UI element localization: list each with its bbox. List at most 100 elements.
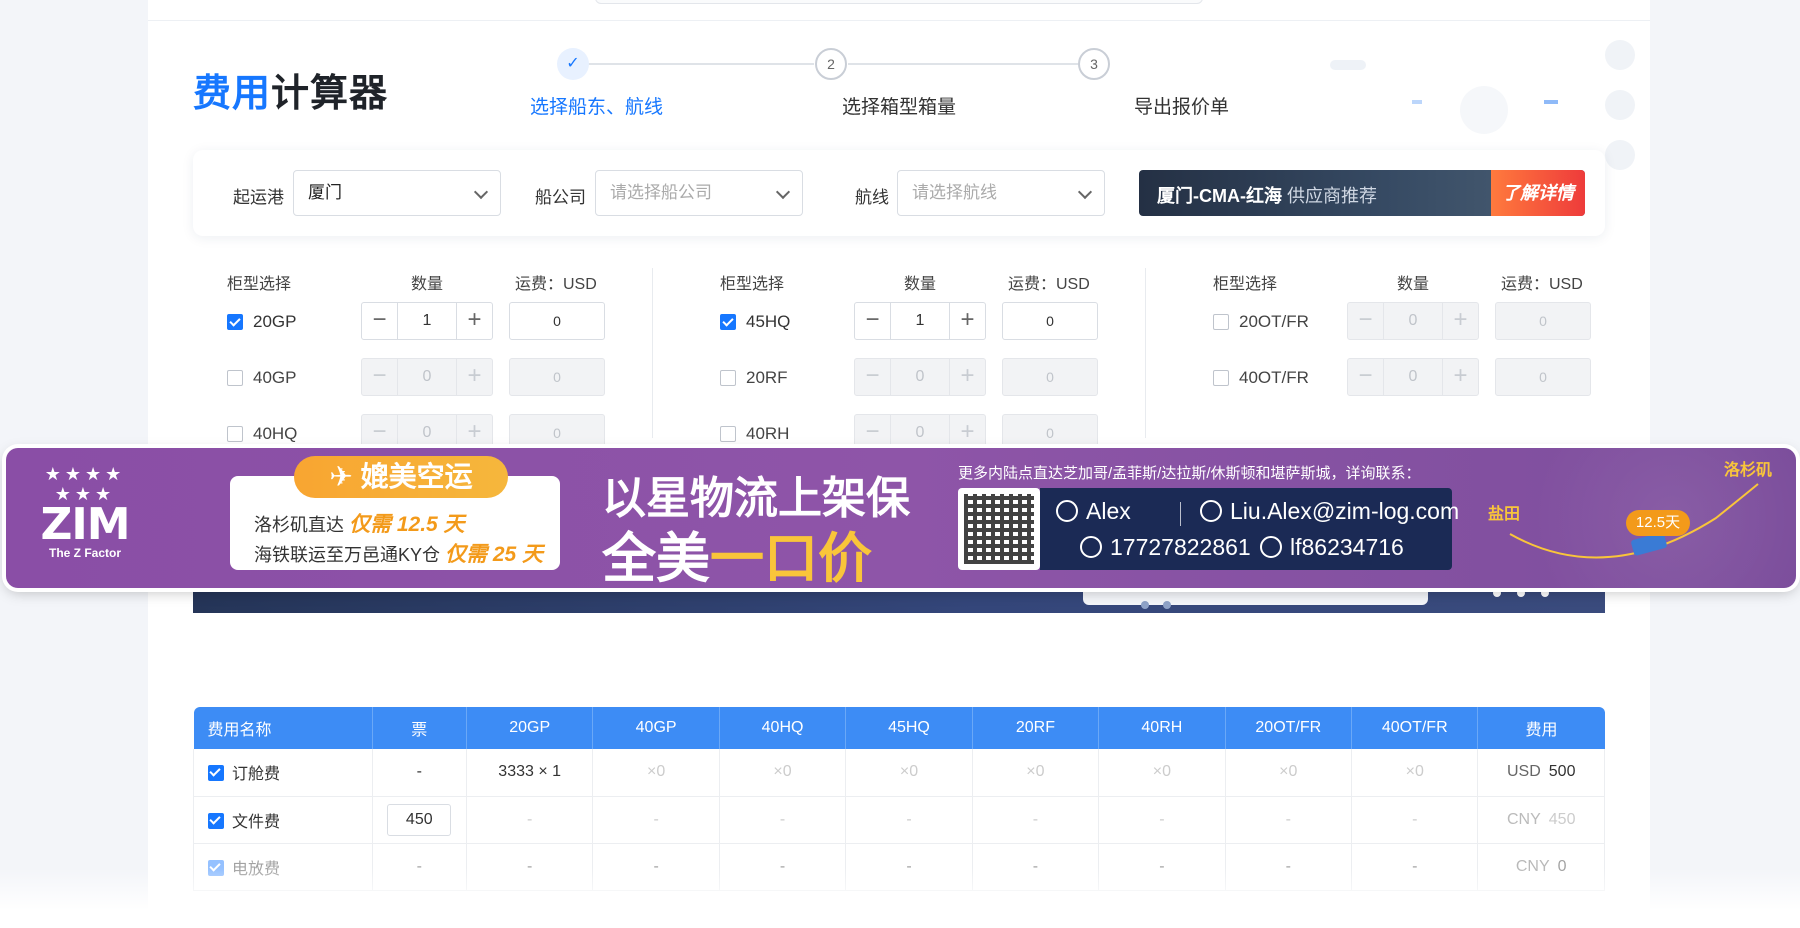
currency: CNY <box>1506 810 1541 828</box>
minus-button[interactable]: − <box>362 303 398 339</box>
step-2-number[interactable]: 2 <box>815 48 847 80</box>
container-checkbox[interactable] <box>227 426 243 442</box>
contact-wechat[interactable]: lf86234716 <box>1260 534 1404 561</box>
freight-input[interactable]: 0 <box>1002 302 1098 340</box>
container-checkbox[interactable] <box>227 370 243 386</box>
minus-button[interactable]: − <box>362 415 398 451</box>
col-qty-header: 数量 <box>1397 276 1430 293</box>
fee-name-cell[interactable]: 文件费 <box>193 796 373 844</box>
contact-email[interactable]: Liu.Alex@zim-log.com <box>1200 498 1459 525</box>
quantity-value[interactable]: 0 <box>1384 312 1442 330</box>
plus-button[interactable]: + <box>949 359 985 395</box>
quantity-value[interactable]: 0 <box>1384 368 1442 386</box>
plus-button[interactable]: + <box>456 303 492 339</box>
contact-phone[interactable]: 17727822861 <box>1080 534 1251 561</box>
plus-button[interactable]: + <box>456 359 492 395</box>
fee-checkbox[interactable] <box>208 765 224 782</box>
container-checkbox[interactable] <box>1213 314 1229 330</box>
container-checkbox[interactable] <box>720 370 736 386</box>
freight-input[interactable]: 0 <box>1002 414 1098 452</box>
minus-button[interactable]: − <box>855 415 891 451</box>
quantity-stepper: − 1 + <box>361 302 493 340</box>
step-1-label[interactable]: 选择船东、航线 <box>530 92 663 119</box>
air-line-1: 洛杉矶直达 仅需 12.5 天 <box>254 508 465 538</box>
container-group-1: 柜型选择 数量 运费：USD 20GP − 1 + 0 40GP − 0 + 0… <box>193 268 605 452</box>
carousel-dot[interactable] <box>1517 589 1525 597</box>
total-cell: USD 500 <box>1477 749 1605 797</box>
carousel-dot[interactable] <box>1163 601 1171 609</box>
air-line-2-text: 海铁联运至万邑通KY仓 <box>254 545 441 565</box>
freight-input[interactable]: 0 <box>1002 358 1098 396</box>
container-name: 40RH <box>746 424 790 443</box>
origin-port-select[interactable]: 厦门 <box>293 170 501 216</box>
minus-button[interactable]: − <box>1348 303 1384 339</box>
top-search-strip[interactable] <box>595 0 1203 4</box>
minus-button[interactable]: − <box>855 359 891 395</box>
promo-route: 厦门-CMA-红海 <box>1157 186 1282 206</box>
quantity-value[interactable]: 0 <box>398 424 456 442</box>
header-cell: 40HQ <box>719 707 847 749</box>
quantity-value[interactable]: 0 <box>891 424 949 442</box>
amount-cell: ×0 <box>1225 749 1353 797</box>
step-3-label[interactable]: 导出报价单 <box>1134 92 1229 119</box>
map-origin-label: 盐田 <box>1488 506 1521 523</box>
step-2-label[interactable]: 选择箱型箱量 <box>842 92 956 119</box>
route-label: 航线 <box>855 188 889 207</box>
container-group-3: 柜型选择 数量 运费：USD 20OT/FR − 0 + 0 40OT/FR −… <box>1179 268 1591 438</box>
carousel-dot[interactable] <box>1493 589 1501 597</box>
col-fee-header: 运费：USD <box>515 276 597 293</box>
freight-input[interactable]: 0 <box>509 302 605 340</box>
amount-cell: - <box>1225 796 1353 844</box>
quantity-value[interactable]: 0 <box>398 368 456 386</box>
plus-button[interactable]: + <box>949 303 985 339</box>
plus-button[interactable]: + <box>949 415 985 451</box>
freight-input[interactable]: 0 <box>509 414 605 452</box>
header-cell: 费用名称 <box>193 707 373 749</box>
plus-button[interactable]: + <box>456 415 492 451</box>
fee-name: 文件费 <box>232 813 281 831</box>
ticket-input[interactable]: 450 <box>387 803 452 836</box>
fee-checkbox[interactable] <box>208 812 224 829</box>
supplier-promo-banner[interactable]: 厦门-CMA-红海 供应商推荐 了解详情 <box>1139 170 1585 216</box>
table-row: 文件费 450 - - - - - - - - CNY 450 <box>193 796 1605 844</box>
contact-email-text: Liu.Alex@zim-log.com <box>1230 498 1460 524</box>
transit-days-badge: 12.5天 <box>1626 510 1690 536</box>
freight-input[interactable]: 0 <box>509 358 605 396</box>
container-checkbox[interactable] <box>720 426 736 442</box>
slogan-part-b: 一口价 <box>710 527 872 588</box>
qr-code-icon <box>958 488 1040 570</box>
amount-cell: - <box>592 796 720 844</box>
freight-input[interactable]: 0 <box>1495 302 1591 340</box>
header-cell: 40OT/FR <box>1351 707 1479 749</box>
amount-cell: - <box>845 796 973 844</box>
air-line-2: 海铁联运至万邑通KY仓 仅需 25 天 <box>254 538 543 568</box>
freight-input[interactable]: 0 <box>1495 358 1591 396</box>
amount-cell: ×0 <box>1098 749 1226 797</box>
minus-button[interactable]: − <box>855 303 891 339</box>
learn-more-button[interactable]: 了解详情 <box>1491 170 1585 216</box>
minus-button[interactable]: − <box>362 359 398 395</box>
carousel-dot[interactable] <box>1541 589 1549 597</box>
container-checkbox[interactable] <box>227 314 243 330</box>
ticket-cell: - <box>372 749 467 797</box>
quantity-value[interactable]: 1 <box>398 312 456 330</box>
plus-button[interactable]: + <box>1442 303 1478 339</box>
header-cell: 40RH <box>1098 707 1226 749</box>
step-1-check-icon[interactable]: ✓ <box>557 48 589 80</box>
step-3-number[interactable]: 3 <box>1078 48 1110 80</box>
carrier-select[interactable]: 请选择船公司 <box>595 170 803 216</box>
container-checkbox[interactable] <box>1213 370 1229 386</box>
header-decoration <box>1544 100 1558 104</box>
minus-button[interactable]: − <box>1348 359 1384 395</box>
container-checkbox[interactable] <box>720 314 736 330</box>
plus-button[interactable]: + <box>1442 359 1478 395</box>
quantity-value[interactable]: 0 <box>891 368 949 386</box>
zim-ad-banner[interactable]: ★★★★ ★★★ ZIM The Z Factor ✈ 媲美空运 洛杉矶直达 仅需… <box>6 448 1796 588</box>
container-row-20otfr: 20OT/FR − 0 + 0 <box>1179 302 1591 342</box>
fee-name-cell[interactable]: 订舱费 <box>193 749 373 797</box>
contact-intro: 更多内陆点直达芝加哥/孟菲斯/达拉斯/休斯顿和堪萨斯城，详询联系： <box>958 465 1421 482</box>
quantity-value[interactable]: 1 <box>891 312 949 330</box>
carousel-dot[interactable] <box>1141 601 1149 609</box>
route-select[interactable]: 请选择航线 <box>897 170 1105 216</box>
title-highlight: 费用 <box>193 71 272 115</box>
